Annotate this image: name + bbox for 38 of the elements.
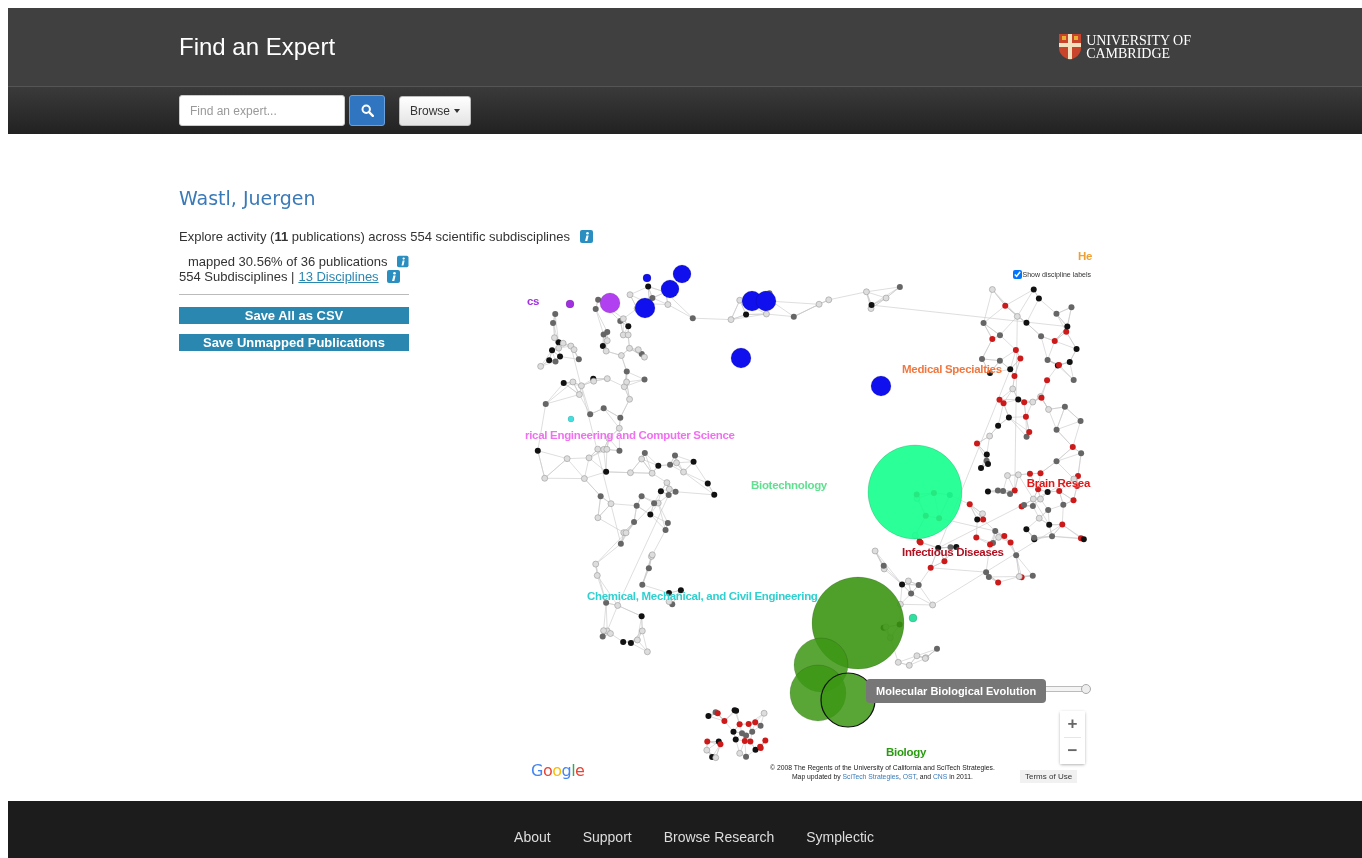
discipline-label: Biology: [886, 745, 927, 759]
disciplines-link[interactable]: 13 Disciplines: [298, 269, 379, 284]
footer-link[interactable]: Support: [582, 829, 632, 845]
university-logo-text: UNIVERSITY OF CAMBRIDGE: [1086, 34, 1191, 60]
crest-icon: [1059, 34, 1082, 60]
search-field[interactable]: Find an expert...: [179, 95, 345, 126]
discipline-label: cs: [527, 294, 540, 308]
terms-link[interactable]: Terms of Use: [1020, 770, 1078, 783]
google-logo: Google: [531, 761, 585, 780]
zoom-out-button[interactable]: −: [1060, 738, 1085, 764]
site-title: Find an Expert: [179, 33, 337, 61]
map-tooltip: Molecular Biological Evolution: [866, 679, 1047, 703]
discipline-label: Brain Resea: [1026, 476, 1090, 490]
discipline-label: Medical Specialties: [902, 362, 1002, 376]
labels-checkbox[interactable]: [1012, 270, 1022, 279]
info-icon[interactable]: [579, 230, 593, 243]
footer-link[interactable]: Browse Research: [663, 829, 775, 845]
discipline-label: Infectious Diseases: [902, 545, 1004, 559]
save-button[interactable]: Save Unmapped Publications: [179, 334, 409, 351]
discipline-label: Chemical, Mechanical, and Civil Engineering: [587, 589, 818, 603]
subdisciplines-count: 554 Subdisciplines |: [179, 269, 295, 284]
discipline-label: rical Engineering and Computer Science: [525, 428, 735, 442]
caret-icon: [454, 108, 460, 113]
footer-link[interactable]: About: [514, 829, 551, 845]
info-icon[interactable]: [397, 255, 409, 268]
search-icon: [360, 104, 374, 117]
browse-button[interactable]: Browse: [399, 95, 471, 126]
footer-link[interactable]: Symplectic: [806, 829, 874, 845]
mapped-text: mapped 30.56% of 36 publications: [188, 254, 388, 269]
discipline-label: He: [1078, 249, 1093, 263]
info-icon[interactable]: [386, 270, 400, 283]
expert-name: Wastl, Juergen: [179, 186, 317, 211]
discipline-label: Biotechnology: [751, 478, 827, 492]
search-button[interactable]: [349, 95, 385, 126]
activity-summary: Explore activity (11 publications) across 554 scientific subdisciplines: [179, 229, 570, 244]
slider-thumb[interactable]: [1081, 684, 1091, 694]
zoom-in-button[interactable]: +: [1060, 711, 1085, 737]
save-button[interactable]: Save All as CSV: [179, 307, 409, 324]
